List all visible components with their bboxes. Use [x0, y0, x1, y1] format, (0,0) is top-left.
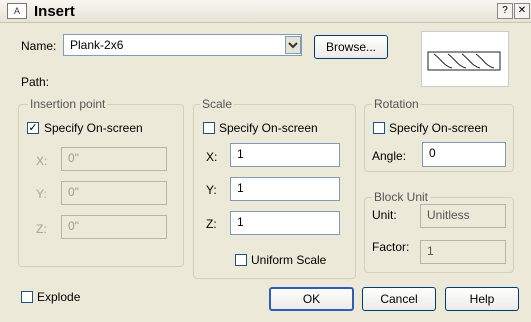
- insertion-x-label: X:: [36, 154, 48, 168]
- insertion-y-label: Y:: [36, 187, 47, 201]
- scale-legend: Scale: [200, 97, 235, 111]
- rotation-specify-label: Specify On-screen: [389, 121, 488, 135]
- cancel-button[interactable]: Cancel: [362, 287, 436, 311]
- ok-button[interactable]: OK: [269, 287, 354, 311]
- scale-specify-label: Specify On-screen: [219, 121, 318, 135]
- browse-button[interactable]: Browse...: [314, 35, 388, 59]
- factor-label: Factor:: [372, 240, 410, 254]
- scale-x-field[interactable]: 1: [230, 143, 340, 167]
- insertion-y-field[interactable]: 0": [61, 181, 167, 205]
- unit-field: Unitless: [420, 204, 506, 228]
- scale-y-label: Y:: [206, 183, 217, 197]
- help-button[interactable]: Help: [445, 287, 519, 311]
- unit-label: Unit:: [372, 208, 397, 222]
- block-unit-legend: Block Unit: [372, 190, 431, 204]
- scale-z-label: Z:: [206, 217, 217, 231]
- name-label: Name:: [21, 39, 57, 53]
- factor-field: 1: [420, 240, 506, 264]
- scale-y-field[interactable]: 1: [230, 177, 340, 201]
- block-preview: [421, 31, 509, 87]
- scale-z-field[interactable]: 1: [230, 211, 340, 235]
- insertion-specify-checkbox[interactable]: ✓: [27, 122, 39, 134]
- close-icon[interactable]: ✕: [514, 3, 530, 19]
- rotation-legend: Rotation: [372, 97, 421, 111]
- uniform-scale-checkbox[interactable]: [235, 254, 247, 266]
- insertion-x-field[interactable]: 0": [61, 147, 167, 171]
- path-label: Path:: [21, 75, 50, 89]
- uniform-scale-label: Uniform Scale: [251, 253, 327, 267]
- insertion-point-legend: Insertion point: [28, 97, 108, 111]
- help-title-button[interactable]: ?: [497, 3, 513, 19]
- scale-specify-checkbox[interactable]: [203, 122, 215, 134]
- insertion-specify-label: Specify On-screen: [44, 121, 143, 135]
- explode-label: Explode: [37, 290, 81, 304]
- app-icon: A: [7, 3, 27, 19]
- scale-x-label: X:: [206, 150, 218, 164]
- name-value: Plank-2x6: [70, 38, 124, 52]
- angle-field[interactable]: 0: [422, 142, 506, 167]
- explode-checkbox[interactable]: [21, 291, 33, 303]
- insertion-z-field[interactable]: 0": [61, 215, 167, 239]
- insertion-z-label: Z:: [36, 222, 47, 236]
- angle-label: Angle:: [372, 149, 407, 163]
- rotation-specify-checkbox[interactable]: [373, 122, 385, 134]
- name-combobox[interactable]: Plank-2x6: [63, 34, 302, 56]
- title-bar[interactable]: [0, 0, 531, 23]
- chevron-down-icon[interactable]: [285, 36, 301, 54]
- window-title: Insert: [34, 3, 75, 20]
